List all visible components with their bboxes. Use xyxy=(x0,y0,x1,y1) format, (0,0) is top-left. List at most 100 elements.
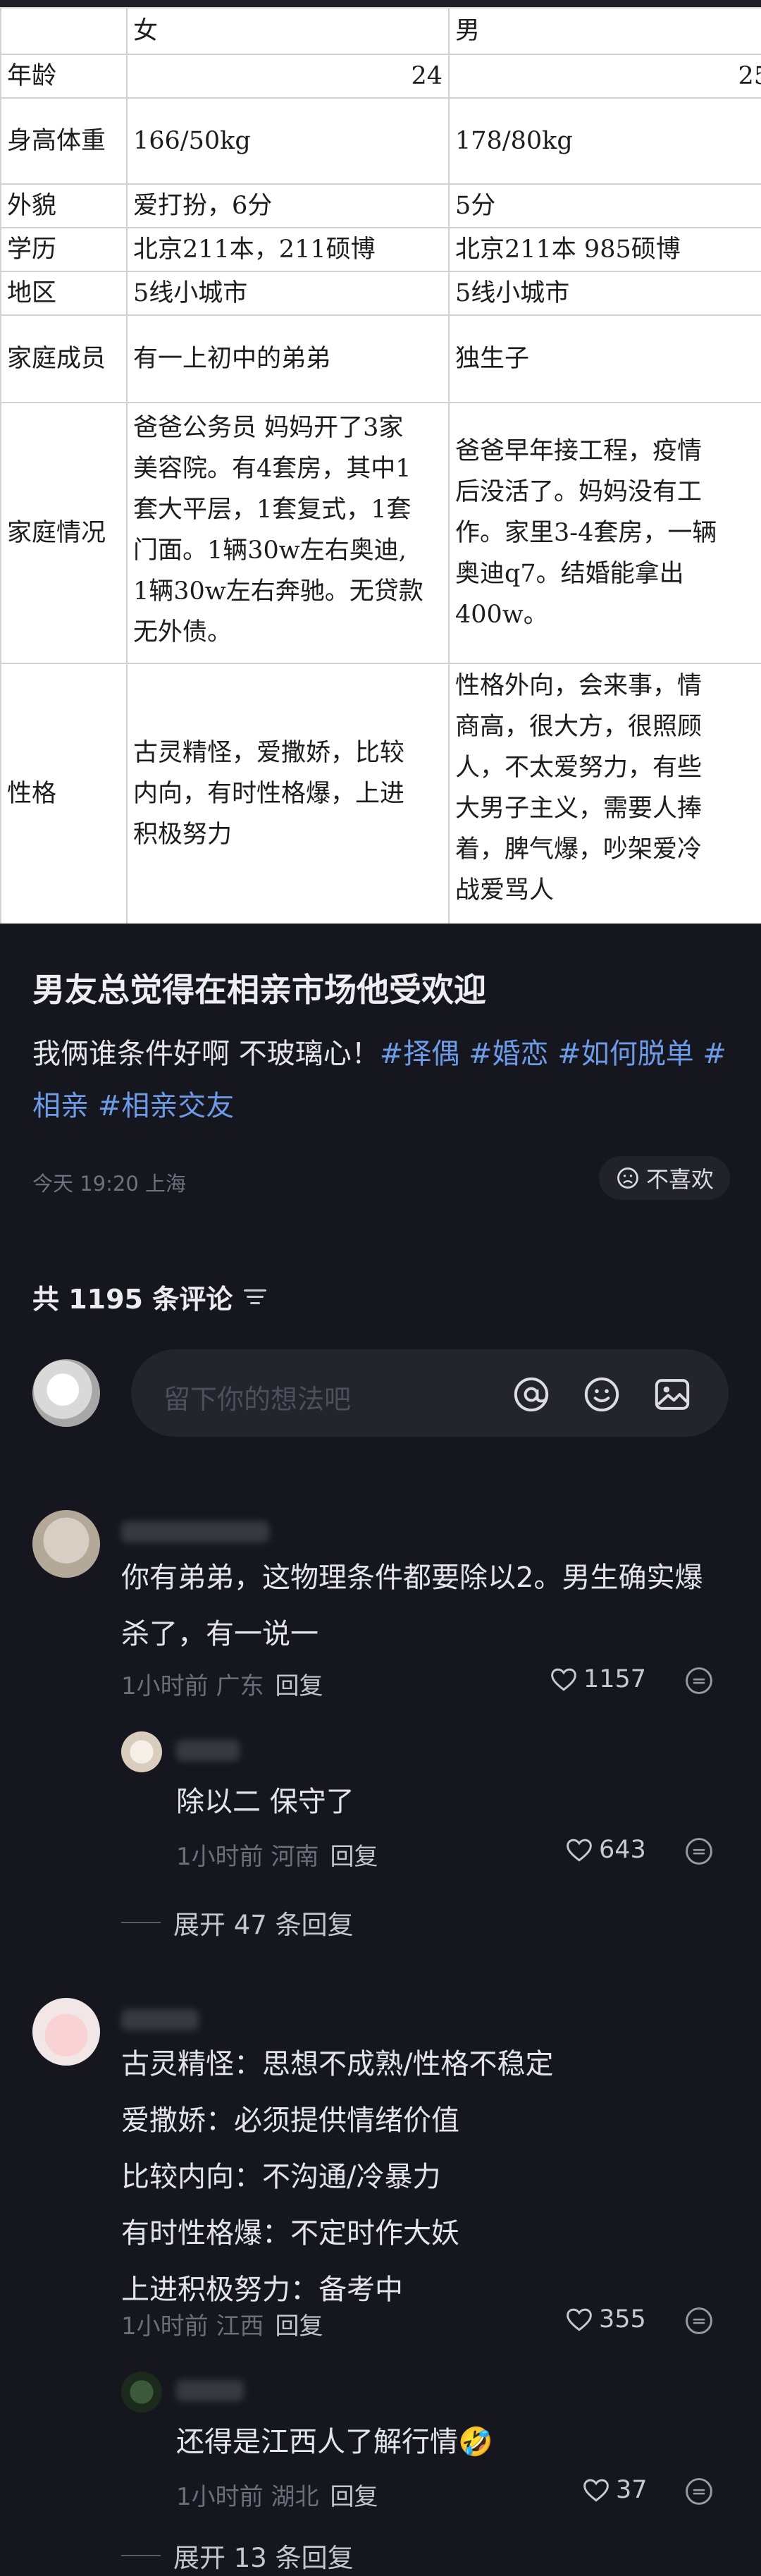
comment-line: 有时性格爆：不定时作大妖 xyxy=(121,2217,459,2250)
like-button[interactable]: 1157 xyxy=(550,1665,646,1693)
table-header-row: 女 男 xyxy=(0,7,761,55)
divider-dash xyxy=(121,2555,161,2556)
comment-input-placeholder: 留下你的想法吧 xyxy=(163,1384,352,1415)
expand-replies-label: 展开 13 条回复 xyxy=(173,2543,354,2573)
comment-count: 共 1195 条评论 xyxy=(32,1277,268,1316)
comment-line: 古灵精怪：思想不成熟/性格不稳定 xyxy=(121,2048,554,2080)
hashtag[interactable]: #如何脱单 xyxy=(557,1038,694,1070)
reply-text-content: 还得是江西人了解行情 xyxy=(176,2426,458,2458)
more-options-icon[interactable] xyxy=(683,1665,714,1696)
reply-button[interactable]: 回复 xyxy=(330,1843,378,1871)
cell-line: 性格外向，会来事，情 xyxy=(455,672,703,700)
comparison-table: 女 男 年龄 24 25 身高体重 166/50kg 178/80kg 外貌 爱… xyxy=(0,7,761,924)
cell-line: 无外债。 xyxy=(133,618,233,646)
image-icon[interactable] xyxy=(652,1375,692,1414)
reply-avatar[interactable] xyxy=(121,2372,162,2412)
expand-replies-button[interactable]: 展开 13 条回复 xyxy=(121,2537,354,2575)
like-count: 1157 xyxy=(583,1665,647,1693)
female-personality: 古灵精怪，爱撒娇，比较 内向，有时性格爆，上进 积极努力 xyxy=(126,663,450,924)
comment-avatar[interactable] xyxy=(32,1510,100,1578)
comment-time-location: 1小时前 江西 xyxy=(121,2312,264,2341)
cell-line: 套大平层，1套复式，1套 xyxy=(133,496,412,524)
post-text: 我俩谁条件好啊 不玻璃心！ xyxy=(32,1038,380,1070)
cell-line: 1辆30w左右奔驰。无贷款 xyxy=(133,577,423,606)
more-options-icon[interactable] xyxy=(683,2476,714,2507)
cell-line: 内向，有时性格爆，上进 xyxy=(133,780,405,808)
table-row: 性格 古灵精怪，爱撒娇，比较 内向，有时性格爆，上进 积极努力 性格外向，会来事… xyxy=(0,663,761,924)
like-count: 643 xyxy=(599,1836,646,1864)
cell-line: 作。家里3-4套房，一辆 xyxy=(455,519,717,547)
cell-line: 古灵精怪，爱撒娇，比较 xyxy=(133,739,405,767)
comment-line: 比较内向：不沟通/冷暴力 xyxy=(121,2161,441,2193)
cell-line: 积极努力 xyxy=(133,821,233,849)
row-label: 地区 xyxy=(0,271,128,316)
comment-line: 你有弟弟，这物理条件都要除以2。男生确实爆 xyxy=(121,1562,703,1594)
reply-button[interactable]: 回复 xyxy=(275,1672,323,1700)
female-family-situation: 爸爸公务员 妈妈开了3家 美容院。有4套房，其中1 套大平层，1套复式，1套 门… xyxy=(126,402,450,664)
reply-button[interactable]: 回复 xyxy=(330,2483,378,2511)
comment-line: 爱撒娇：必须提供情绪价值 xyxy=(121,2104,459,2137)
dislike-button[interactable]: 不喜欢 xyxy=(599,1156,730,1200)
row-label: 身高体重 xyxy=(0,97,128,185)
like-button[interactable]: 643 xyxy=(565,1836,646,1864)
table-row: 身高体重 166/50kg 178/80kg xyxy=(0,97,761,185)
reply-meta: 1小时前 湖北 回复 xyxy=(176,2477,378,2512)
cell-line: 奥迪q7。结婚能拿出 xyxy=(455,560,684,588)
row-label: 家庭情况 xyxy=(0,402,128,664)
table-row: 家庭成员 有一上初中的弟弟 独生子 xyxy=(0,314,761,403)
table-row: 外貌 爱打扮，6分 5分 xyxy=(0,183,761,228)
cell-line: 着，脾气爆，吵架爱冷 xyxy=(455,835,703,864)
emoji-icon[interactable] xyxy=(582,1375,621,1414)
expand-replies-button[interactable]: 展开 47 条回复 xyxy=(121,1903,354,1942)
post-description: 我俩谁条件好啊 不玻璃心！#择偶 #婚恋 #如何脱单 #相亲 #相亲交友 xyxy=(32,1028,737,1132)
more-options-icon[interactable] xyxy=(683,2305,714,2336)
comment-input[interactable]: 留下你的想法吧 xyxy=(131,1349,729,1437)
cell-line: 门面。1辆30w左右奥迪, xyxy=(133,536,407,565)
female-region: 5线小城市 xyxy=(126,271,450,316)
female-appearance: 爱打扮，6分 xyxy=(126,183,450,228)
male-education: 北京211本 985硕博 xyxy=(448,227,761,272)
like-button[interactable]: 355 xyxy=(565,2305,646,2333)
male-family-members: 独生子 xyxy=(448,314,761,403)
heart-icon xyxy=(583,2479,609,2502)
cell-line: 400w。 xyxy=(455,601,548,629)
reply-username-blurred xyxy=(176,2380,244,2401)
cell-line: 后没活了。妈妈没有工 xyxy=(455,478,703,506)
more-options-icon[interactable] xyxy=(683,1836,714,1867)
comment-avatar[interactable] xyxy=(32,1998,100,2066)
comment-text: 你有弟弟，这物理条件都要除以2。男生确实爆 杀了，有一说一 xyxy=(121,1550,741,1662)
like-button[interactable]: 37 xyxy=(582,2476,648,2504)
table-header-label xyxy=(0,7,128,55)
female-education: 北京211本，211硕博 xyxy=(126,227,450,272)
sort-filter-icon[interactable] xyxy=(242,1287,268,1308)
post-time-location: 今天 19:20 上海 xyxy=(32,1172,187,1196)
dislike-label: 不喜欢 xyxy=(645,1166,714,1193)
comment-username-blurred xyxy=(121,2009,199,2030)
like-count: 37 xyxy=(616,2476,648,2504)
reply-avatar[interactable] xyxy=(121,1731,162,1772)
row-label: 家庭成员 xyxy=(0,314,128,403)
row-label: 外貌 xyxy=(0,183,128,228)
hashtag[interactable]: #婚恋 xyxy=(469,1038,549,1070)
table-row: 家庭情况 爸爸公务员 妈妈开了3家 美容院。有4套房，其中1 套大平层，1套复式… xyxy=(0,402,761,664)
reply-text: 除以二 保守了 xyxy=(176,1786,354,1818)
post-title: 男友总觉得在相亲市场他受欢迎 xyxy=(32,971,486,1009)
comment-count-label: 共 1195 条评论 xyxy=(32,1284,233,1315)
hashtag[interactable]: #择偶 xyxy=(380,1038,460,1070)
comment-text: 古灵精怪：思想不成熟/性格不稳定 爱撒娇：必须提供情绪价值 比较内向：不沟通/冷… xyxy=(121,2036,741,2318)
hashtag[interactable]: #相亲交友 xyxy=(98,1090,235,1122)
reply-time-location: 1小时前 河南 xyxy=(176,1843,319,1871)
table-header-male: 男 xyxy=(448,7,761,55)
heart-icon xyxy=(551,1668,576,1691)
heart-icon xyxy=(567,1839,592,1862)
male-appearance: 5分 xyxy=(448,183,761,228)
comment-username-blurred xyxy=(121,1521,269,1542)
table-row: 学历 北京211本，211硕博 北京211本 985硕博 xyxy=(0,227,761,272)
sad-face-icon xyxy=(617,1167,638,1189)
reply-button[interactable]: 回复 xyxy=(275,2312,323,2341)
reply-meta: 1小时前 河南 回复 xyxy=(176,1837,378,1872)
reply-username-blurred xyxy=(176,1740,240,1761)
cell-line: 人，不太爱努力，有些 xyxy=(455,754,703,782)
cell-line: 爸爸早年接工程，疫情 xyxy=(455,437,703,465)
at-icon[interactable] xyxy=(512,1375,551,1414)
